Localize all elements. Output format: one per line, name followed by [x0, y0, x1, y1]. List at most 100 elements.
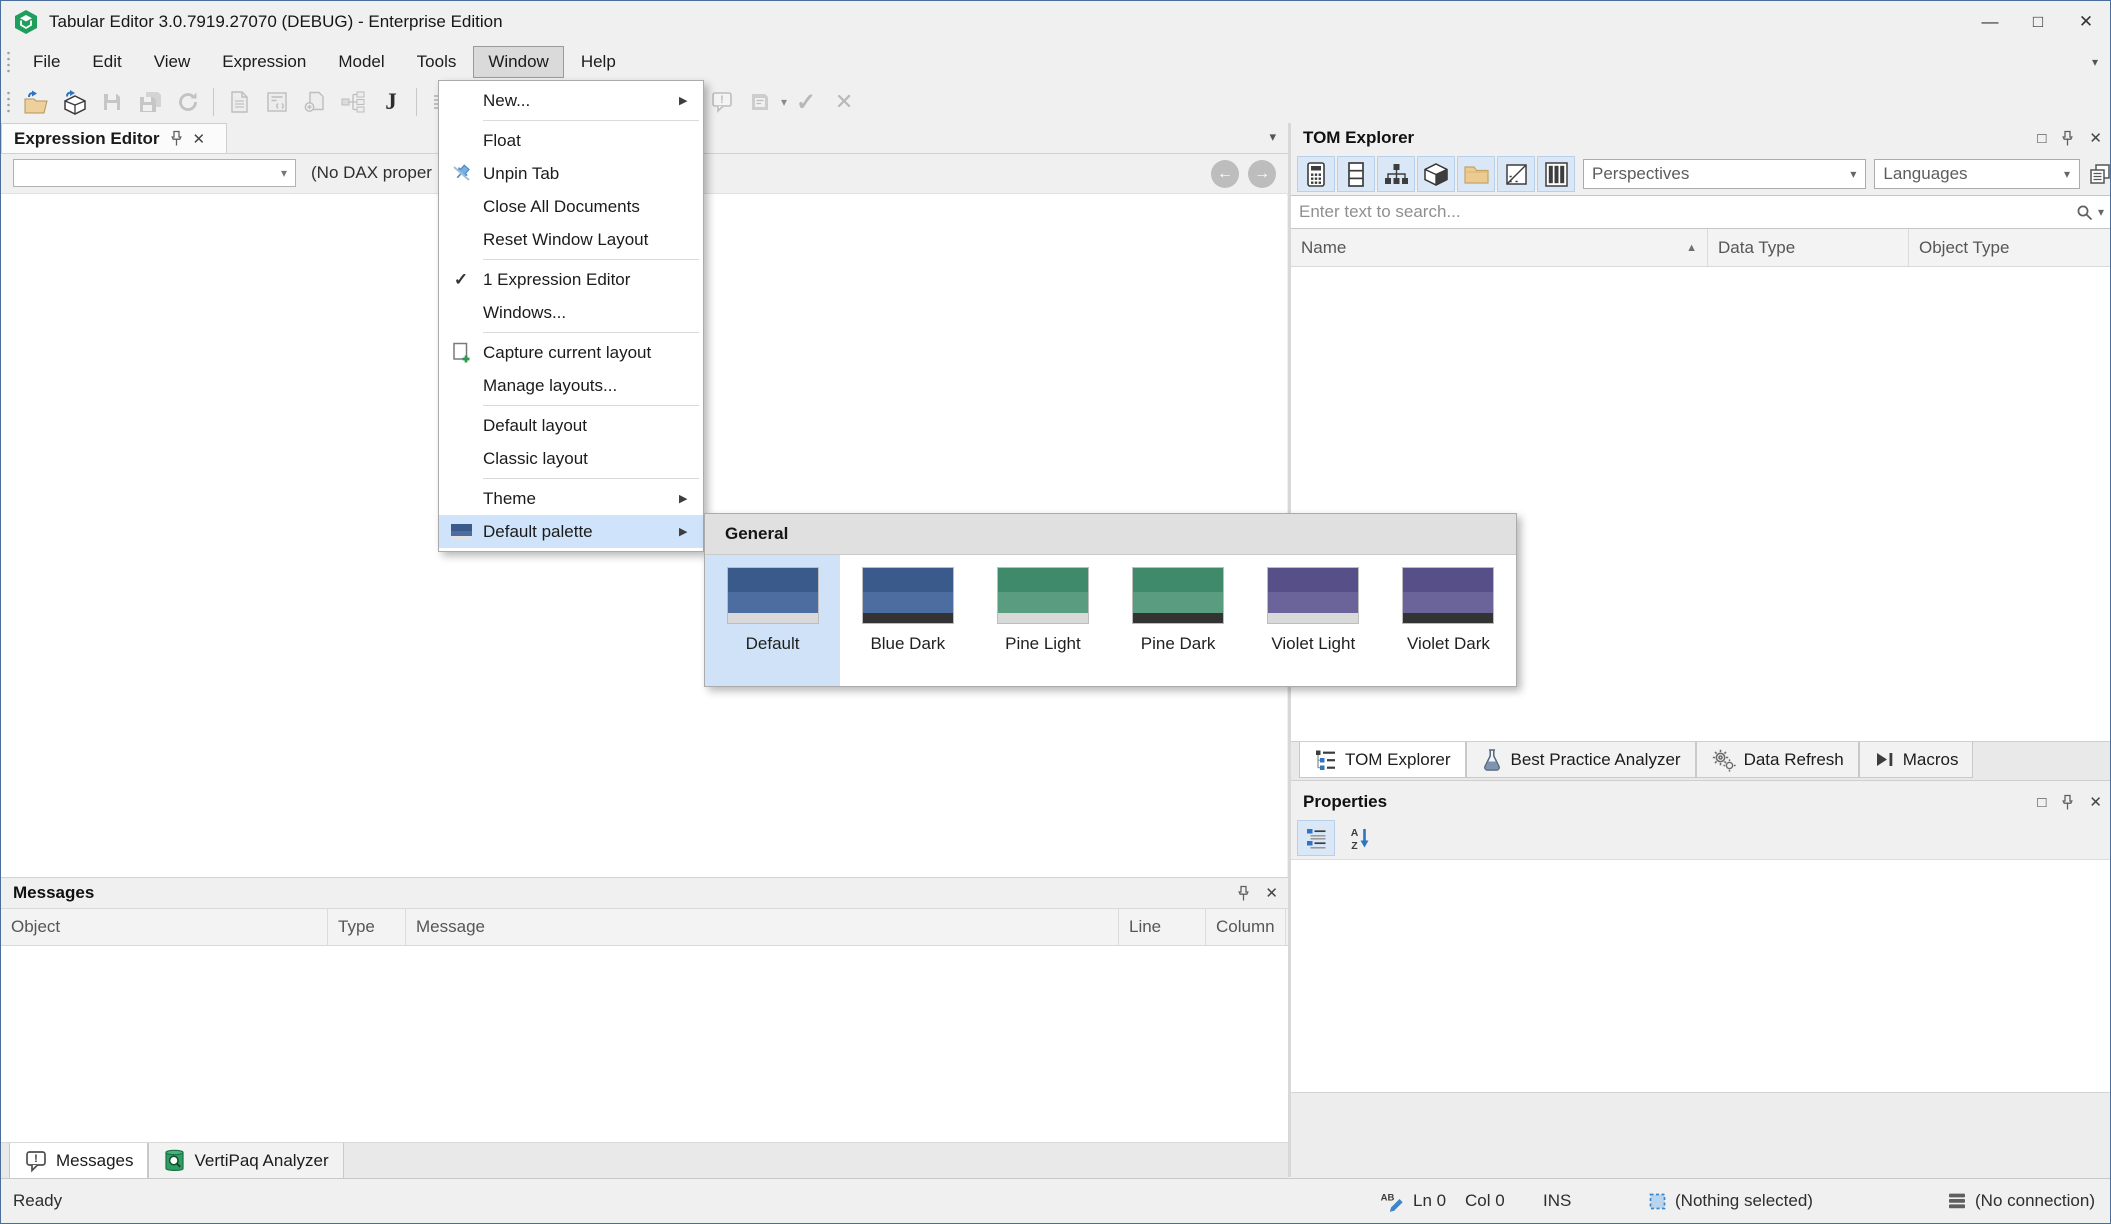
toggle-table-columns-button[interactable] — [1537, 156, 1575, 192]
messages-panel: Messages ✕ Object Type Message Line Column !… — [1, 877, 1288, 1182]
message-bubble-button[interactable]: ! — [703, 84, 741, 120]
close-icon[interactable]: ✕ — [192, 130, 205, 148]
dax-script-button[interactable]: J — [372, 84, 410, 120]
new-doc-button[interactable] — [220, 84, 258, 120]
chevron-down-icon[interactable]: ▾ — [2098, 205, 2104, 219]
toggle-measures-button[interactable] — [1297, 156, 1335, 192]
toggle-columns-button[interactable] — [1337, 156, 1375, 192]
pin-icon[interactable] — [1236, 885, 1251, 902]
tab-messages[interactable]: ! Messages — [9, 1143, 149, 1179]
menu-file[interactable]: File — [18, 46, 75, 78]
check-button[interactable]: ✓ — [787, 84, 825, 120]
navigate-back-button[interactable]: ← — [1211, 160, 1239, 188]
menu-edit[interactable]: Edit — [77, 46, 136, 78]
close-icon[interactable]: ✕ — [2089, 129, 2102, 147]
save-layout-button[interactable] — [741, 84, 779, 120]
menu-item-windows[interactable]: Windows... — [439, 296, 703, 329]
tab-macros[interactable]: Macros — [1858, 742, 1974, 778]
tab-expression-editor[interactable]: Expression Editor ✕ — [1, 123, 227, 153]
window-position-icon[interactable]: □ — [2037, 794, 2046, 811]
close-icon[interactable]: ✕ — [1265, 884, 1278, 902]
tab-tom-explorer[interactable]: TOM Explorer — [1299, 742, 1466, 778]
search-icon[interactable] — [2075, 203, 2094, 222]
toolbar-overflow-icon[interactable]: ▾ — [2092, 55, 2098, 69]
perspectives-dropdown[interactable]: Perspectives ▾ — [1583, 159, 1867, 189]
refresh-button[interactable] — [169, 84, 207, 120]
messages-list[interactable] — [1, 946, 1288, 1143]
navigate-forward-button[interactable]: → — [1248, 160, 1276, 188]
palette-option-pine-light[interactable]: Pine Light — [975, 555, 1110, 686]
toggle-folders-button[interactable] — [1457, 156, 1495, 192]
tab-best-practice-analyzer[interactable]: Best Practice Analyzer — [1465, 742, 1696, 778]
menu-help[interactable]: Help — [566, 46, 631, 78]
expression-selector-dropdown[interactable]: ▾ — [13, 159, 296, 187]
perspectives-value: Perspectives — [1592, 164, 1690, 183]
menu-item-capture-current-layout[interactable]: Capture current layout — [439, 336, 703, 369]
palette-option-violet-dark[interactable]: Violet Dark — [1381, 555, 1516, 686]
column-header-name[interactable]: Name ▲ — [1291, 229, 1708, 266]
close-button[interactable]: ✕ — [2062, 1, 2110, 43]
column-header-column[interactable]: Column — [1206, 909, 1286, 945]
palette-option-blue-dark[interactable]: Blue Dark — [840, 555, 975, 686]
save-all-button[interactable] — [131, 84, 169, 120]
menu-expression[interactable]: Expression — [207, 46, 321, 78]
menu-tools[interactable]: Tools — [402, 46, 472, 78]
minimize-button[interactable]: — — [1966, 1, 2014, 43]
doc-script-button[interactable] — [258, 84, 296, 120]
menu-item-float[interactable]: Float — [439, 124, 703, 157]
menu-item-default-palette[interactable]: Default palette ▶ — [439, 515, 703, 548]
toggle-partitions-button[interactable] — [1497, 156, 1535, 192]
menu-item-reset-window-layout[interactable]: Reset Window Layout — [439, 223, 703, 256]
doc-script-icon — [265, 90, 289, 114]
window-position-icon[interactable]: □ — [2037, 130, 2046, 147]
menu-view[interactable]: View — [139, 46, 206, 78]
pin-icon[interactable] — [2060, 130, 2075, 147]
pin-icon[interactable] — [2060, 794, 2075, 811]
flat-view-icon[interactable] — [2088, 162, 2110, 186]
categorized-button[interactable] — [1297, 820, 1335, 856]
menu-item-label: Reset Window Layout — [483, 229, 649, 249]
pin-icon[interactable] — [169, 130, 184, 147]
menu-model[interactable]: Model — [323, 46, 399, 78]
search-input[interactable]: Enter text to search... ▾ — [1291, 195, 2110, 229]
toggle-perspectives-cube-button[interactable] — [1417, 156, 1455, 192]
menu-item-close-all-documents[interactable]: Close All Documents — [439, 190, 703, 223]
maximize-button[interactable]: □ — [2014, 1, 2062, 43]
save-button[interactable] — [93, 84, 131, 120]
column-header-data-type[interactable]: Data Type — [1708, 229, 1909, 266]
column-header-message[interactable]: Message — [406, 909, 1119, 945]
menu-item-classic-layout[interactable]: Classic layout — [439, 442, 703, 475]
palette-option-violet-light[interactable]: Violet Light — [1246, 555, 1381, 686]
menu-item-new[interactable]: New... ▶ — [439, 84, 703, 117]
menu-item-1-expression-editor[interactable]: ✓ 1 Expression Editor — [439, 263, 703, 296]
palette-option-default[interactable]: Default — [705, 555, 841, 686]
column-header-object[interactable]: Object — [1, 909, 328, 945]
menu-window[interactable]: Window — [473, 46, 564, 78]
close-icon[interactable]: ✕ — [2089, 793, 2102, 811]
edit-mode-icon: AB — [1379, 1179, 1406, 1223]
cancel-x-button[interactable]: ✕ — [825, 84, 863, 120]
org-chart-button[interactable] — [334, 84, 372, 120]
tree-list-icon — [1314, 748, 1337, 771]
menu-item-theme[interactable]: Theme ▶ — [439, 482, 703, 515]
doc-import-button[interactable] — [296, 84, 334, 120]
alphabetical-button[interactable]: AZ — [1341, 820, 1379, 856]
palette-option-pine-dark[interactable]: Pine Dark — [1111, 555, 1246, 686]
column-header-object-type[interactable]: Object Type — [1909, 229, 2110, 266]
menu-item-manage-layouts[interactable]: Manage layouts... — [439, 369, 703, 402]
chevron-down-icon[interactable]: ▾ — [1269, 129, 1276, 145]
palette-swatch — [1132, 567, 1225, 624]
properties-grid[interactable] — [1291, 859, 2110, 1092]
selection-icon — [1647, 1179, 1668, 1223]
menu-item-unpin-tab[interactable]: Unpin Tab — [439, 157, 703, 190]
tab-vertipaq-analyzer[interactable]: VertiPaq Analyzer — [148, 1143, 344, 1179]
tab-data-refresh[interactable]: Data Refresh — [1695, 742, 1859, 778]
toggle-hierarchies-button[interactable] — [1377, 156, 1415, 192]
properties-description-area — [1291, 1092, 2110, 1179]
column-header-line[interactable]: Line — [1119, 909, 1206, 945]
open-db-button[interactable] — [55, 84, 93, 120]
open-file-button[interactable] — [17, 84, 55, 120]
column-header-type[interactable]: Type — [328, 909, 406, 945]
menu-item-default-layout[interactable]: Default layout — [439, 409, 703, 442]
languages-dropdown[interactable]: Languages ▾ — [1874, 159, 2080, 189]
